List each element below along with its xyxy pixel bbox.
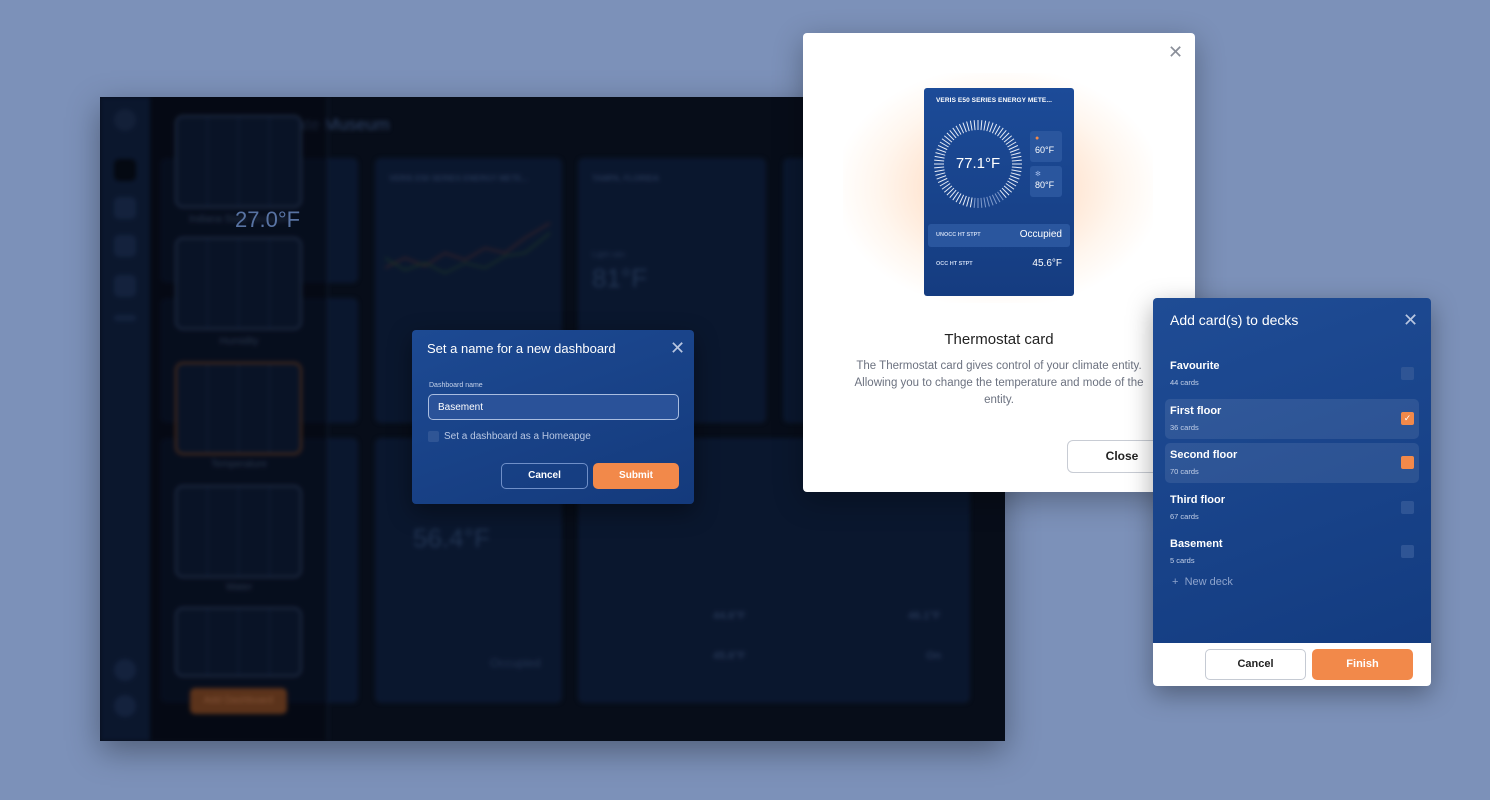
deck-checkbox[interactable]: ✓ xyxy=(1401,411,1414,425)
dial-tick xyxy=(969,120,973,131)
deck-item[interactable]: Second floor 70 cards xyxy=(1165,443,1419,483)
deck-name: Favourite xyxy=(1170,360,1220,372)
thermostat-card-modal: ✕ VERIS E50 SERIES ENERGY METE... 77.1°F… xyxy=(803,33,1195,492)
deck-card-count: 70 cards xyxy=(1170,467,1199,476)
homepage-checkbox-label: Set a dashboard as a Homeapge xyxy=(444,431,591,442)
finish-button[interactable]: Finish xyxy=(1312,649,1413,680)
cancel-button[interactable]: Cancel xyxy=(501,463,588,489)
setpoint-row: UNOCC HT STPT Occupied xyxy=(928,224,1070,247)
dashboard-name-input[interactable] xyxy=(428,394,679,420)
close-icon[interactable]: ✕ xyxy=(1168,43,1183,61)
dial-tick xyxy=(986,196,990,207)
deck-card-count: 44 cards xyxy=(1170,378,1199,387)
modal-title: Thermostat card xyxy=(944,331,1054,348)
dial-tick xyxy=(991,194,998,205)
close-icon[interactable]: ✕ xyxy=(670,339,685,357)
deck-name: Second floor xyxy=(1170,449,1238,461)
deck-name: Third floor xyxy=(1170,493,1225,506)
snowflake-icon: ✻ xyxy=(1035,171,1041,178)
heat-setpoint[interactable]: ● 60°F xyxy=(1030,131,1062,162)
dialog-title: Add card(s) to decks xyxy=(1170,312,1299,328)
dial-tick xyxy=(983,197,987,208)
dial-tick xyxy=(937,177,948,184)
dial-tick xyxy=(989,195,994,206)
deck-checkbox[interactable] xyxy=(1401,500,1414,514)
card-temperature-value: 27.0°F xyxy=(235,207,301,232)
dial-tick xyxy=(969,197,973,208)
dial-tick xyxy=(989,122,994,133)
deck-name: First floor xyxy=(1170,404,1222,417)
dialog-footer: Cancel Finish xyxy=(1153,643,1431,686)
homepage-checkbox[interactable] xyxy=(428,431,439,442)
deck-checkbox[interactable] xyxy=(1401,456,1414,469)
dial-tick xyxy=(962,122,967,133)
setpoint-row: OCC HT STPT 45.6°F xyxy=(936,258,1062,269)
deck-item[interactable]: Basement 5 cards xyxy=(1165,532,1419,572)
dial-tick xyxy=(958,194,965,205)
modal-description: The Thermostat card gives control of you… xyxy=(854,360,1144,406)
current-temperature: 77.1°F xyxy=(955,155,1001,172)
new-deck-button[interactable]: + New deck xyxy=(1172,576,1233,588)
close-icon[interactable]: ✕ xyxy=(1403,311,1418,329)
deck-item[interactable]: Favourite 44 cards xyxy=(1165,354,1419,394)
dial-tick xyxy=(980,120,983,131)
deck-item[interactable]: Third floor 67 cards xyxy=(1165,488,1419,528)
dial-tick xyxy=(1008,177,1019,184)
dial-tick xyxy=(986,121,990,132)
deck-name: Basement xyxy=(1170,538,1223,550)
dial-tick xyxy=(1008,144,1019,151)
dial-tick xyxy=(973,120,976,131)
deck-card-count: 36 cards xyxy=(1170,422,1199,432)
new-dashboard-dialog: Set a name for a new dashboard ✕ Dashboa… xyxy=(412,330,694,504)
cool-setpoint[interactable]: ✻ 80°F xyxy=(1030,166,1062,197)
deck-checkbox[interactable] xyxy=(1401,545,1414,558)
dial-tick xyxy=(983,120,987,131)
dial-tick xyxy=(1010,172,1021,176)
cancel-button[interactable]: Cancel xyxy=(1205,649,1306,680)
deck-checkbox[interactable] xyxy=(1401,367,1414,380)
dial-tick xyxy=(936,148,947,153)
field-label: Dashboard name xyxy=(429,382,483,389)
thermostat-card-preview: VERIS E50 SERIES ENERGY METE... 77.1°F ●… xyxy=(924,88,1074,296)
deck-card-count: 5 cards xyxy=(1170,556,1195,565)
dial-tick xyxy=(980,197,983,208)
dial-tick xyxy=(1009,175,1020,180)
dial-tick xyxy=(966,121,970,132)
dial-tick xyxy=(991,123,998,134)
dial-tick xyxy=(1009,148,1020,153)
deck-card-count: 67 cards xyxy=(1170,511,1199,521)
dial-tick xyxy=(966,196,970,207)
dial-tick xyxy=(962,195,967,206)
dial-tick xyxy=(958,123,965,134)
deck-item[interactable]: First floor 36 cards ✓ xyxy=(1165,398,1419,439)
plus-icon: + xyxy=(1172,576,1179,588)
dialog-title: Set a name for a new dashboard xyxy=(427,341,616,356)
dial-tick xyxy=(936,175,947,180)
submit-button[interactable]: Submit xyxy=(593,463,679,489)
dial-tick xyxy=(935,172,946,176)
dial-tick xyxy=(937,144,948,151)
add-to-decks-dialog: Add card(s) to decks ✕ Favourite 44 cards… xyxy=(1153,298,1431,686)
flame-icon: ● xyxy=(1035,135,1040,142)
dial-tick xyxy=(973,197,976,208)
